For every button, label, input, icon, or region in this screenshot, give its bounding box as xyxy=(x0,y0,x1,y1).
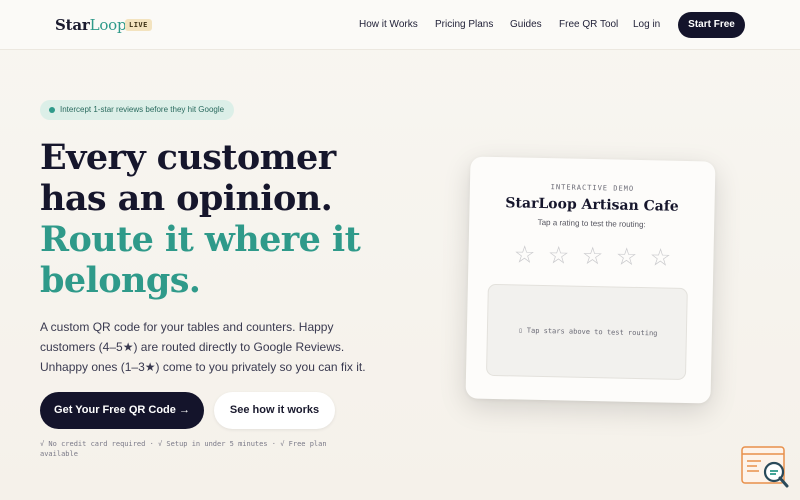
headline-line-4: belongs. xyxy=(40,260,201,301)
logo-loop: Loop xyxy=(89,16,127,34)
routing-result-text: ▯ Tap stars above to test routing xyxy=(518,326,658,338)
nav-link-free-qr-tool[interactable]: Free QR Tool xyxy=(559,19,618,30)
see-how-it-works-button[interactable]: See how it works xyxy=(214,392,335,429)
hero-headline: Every customer has an opinion. Route it … xyxy=(40,137,430,301)
demo-subtitle: Tap a rating to test the routing: xyxy=(537,217,646,230)
live-badge: LIVE xyxy=(125,19,152,31)
hero-subcopy: A custom QR code for your tables and cou… xyxy=(40,320,366,374)
headline-line-2: has an opinion. xyxy=(40,178,333,219)
routing-result-box: ▯ Tap stars above to test routing xyxy=(485,283,688,381)
status-dot-icon xyxy=(49,107,55,113)
star-3-icon[interactable]: ☆ xyxy=(579,242,606,270)
demo-kicker: INTERACTIVE DEMO xyxy=(550,183,635,193)
nav-link-how-it-works[interactable]: How it Works xyxy=(359,19,418,30)
nav-link-guides[interactable]: Guides xyxy=(510,19,542,30)
hero-pill-badge: Intercept 1-star reviews before they hit… xyxy=(40,100,235,120)
hero-pill-text: Intercept 1-star reviews before they hit… xyxy=(60,105,225,114)
logo-star: Star xyxy=(55,16,90,34)
start-free-button[interactable]: Start Free xyxy=(678,12,745,38)
hero-fineprint: √ No credit card required · √ Setup in u… xyxy=(40,440,327,458)
star-5-icon[interactable]: ☆ xyxy=(647,243,674,271)
star-4-icon[interactable]: ☆ xyxy=(613,243,640,271)
headline-line-3: Route it where it xyxy=(40,219,361,260)
top-nav: StarLoop LIVE How it Works Pricing Plans… xyxy=(0,0,800,50)
interactive-demo-card: INTERACTIVE DEMO StarLoop Artisan Cafe T… xyxy=(465,156,716,404)
star-rating: ☆ ☆ ☆ ☆ ☆ xyxy=(511,240,677,271)
demo-title: StarLoop Artisan Cafe xyxy=(505,195,679,215)
logo[interactable]: StarLoop xyxy=(55,16,127,34)
headline-line-1: Every customer xyxy=(40,137,336,178)
nav-link-pricing-plans[interactable]: Pricing Plans xyxy=(435,19,493,30)
nav-link-log-in[interactable]: Log in xyxy=(633,19,660,30)
star-2-icon[interactable]: ☆ xyxy=(545,241,572,269)
get-free-qr-code-button[interactable]: Get Your Free QR Code → xyxy=(40,392,204,429)
search-help-icon[interactable] xyxy=(741,446,791,490)
star-1-icon[interactable]: ☆ xyxy=(511,240,538,268)
